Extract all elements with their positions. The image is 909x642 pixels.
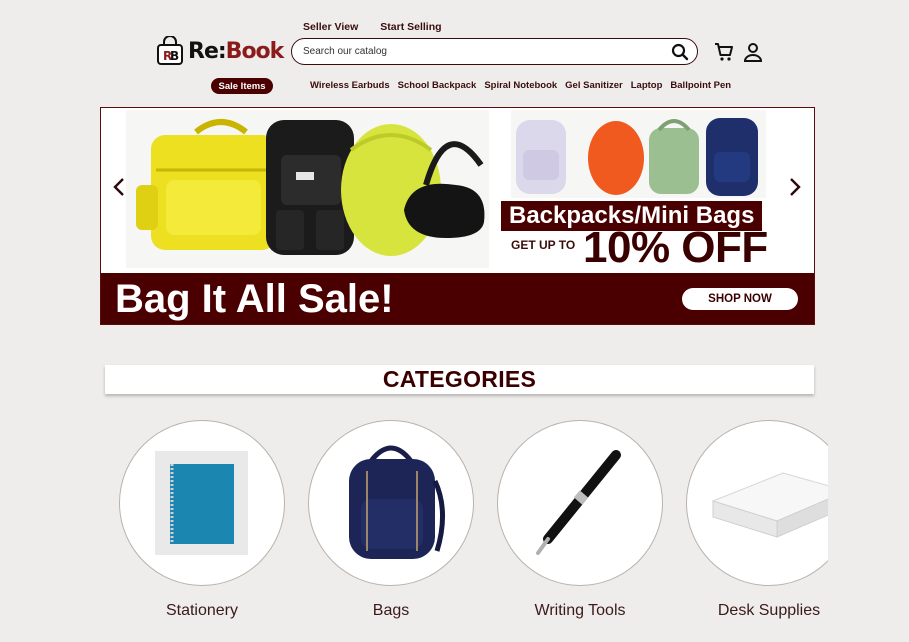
seller-view-link[interactable]: Seller View	[303, 21, 358, 33]
category-carousel: Stationery Bags Writing Tools Desk Suppl…	[0, 420, 828, 642]
category-label-desk-supplies: Desk Supplies	[717, 602, 821, 619]
quick-link-spiral-notebook[interactable]: Spiral Notebook	[484, 80, 557, 91]
cart-icon[interactable]	[713, 41, 735, 63]
category-image-writing-tools	[497, 420, 663, 586]
logo-wordmark: Re:Book	[188, 38, 284, 64]
promo-get-up-to: GET UP TO	[511, 238, 576, 252]
category-card-bags[interactable]: Bags	[308, 420, 474, 619]
search-icon[interactable]	[671, 43, 689, 61]
promo-discount: 10% OFF	[583, 223, 768, 272]
search-input[interactable]	[303, 46, 671, 57]
sale-items-button[interactable]: Sale Items	[211, 78, 273, 94]
quick-link-ballpoint-pen[interactable]: Ballpoint Pen	[670, 80, 731, 91]
categories-heading: CATEGORIES	[105, 365, 814, 394]
svg-text:B: B	[170, 49, 179, 63]
banner-headline: Bag It All Sale!	[115, 277, 394, 321]
category-image-desk-supplies	[686, 420, 828, 586]
category-card-desk-supplies[interactable]: Desk Supplies	[686, 420, 828, 619]
top-links: Seller View Start Selling	[303, 21, 442, 33]
category-label-stationery: Stationery	[165, 602, 239, 619]
kids-backpacks-image	[511, 110, 766, 198]
category-image-stationery	[119, 420, 285, 586]
quick-link-school-backpack[interactable]: School Backpack	[398, 80, 477, 91]
start-selling-link[interactable]: Start Selling	[380, 21, 441, 33]
bags-product-image	[126, 110, 489, 268]
category-label-writing-tools: Writing Tools	[534, 602, 626, 619]
category-card-stationery[interactable]: Stationery	[119, 420, 285, 619]
shopping-bag-logo-icon: R B	[156, 35, 184, 66]
quick-link-laptop[interactable]: Laptop	[631, 80, 663, 91]
shop-now-button[interactable]: SHOP NOW	[682, 288, 798, 310]
banner-strip: Bag It All Sale! SHOP NOW	[101, 273, 814, 324]
category-card-writing-tools[interactable]: Writing Tools	[497, 420, 663, 619]
user-icon[interactable]	[742, 41, 764, 63]
search-bar	[291, 38, 698, 65]
carousel-next-arrow-icon[interactable]	[785, 174, 805, 200]
quick-category-links: Wireless Earbuds School Backpack Spiral …	[310, 80, 739, 91]
site-logo[interactable]: R B Re:Book	[156, 35, 284, 66]
category-image-bags	[308, 420, 474, 586]
quick-link-gel-sanitizer[interactable]: Gel Sanitizer	[565, 80, 623, 91]
category-label-bags: Bags	[372, 602, 410, 619]
carousel-prev-arrow-icon[interactable]	[109, 174, 129, 200]
promo-banner[interactable]: Backpacks/Mini Bags GET UP TO 10% OFF Ba…	[100, 107, 815, 325]
quick-link-wireless-earbuds[interactable]: Wireless Earbuds	[310, 80, 390, 91]
